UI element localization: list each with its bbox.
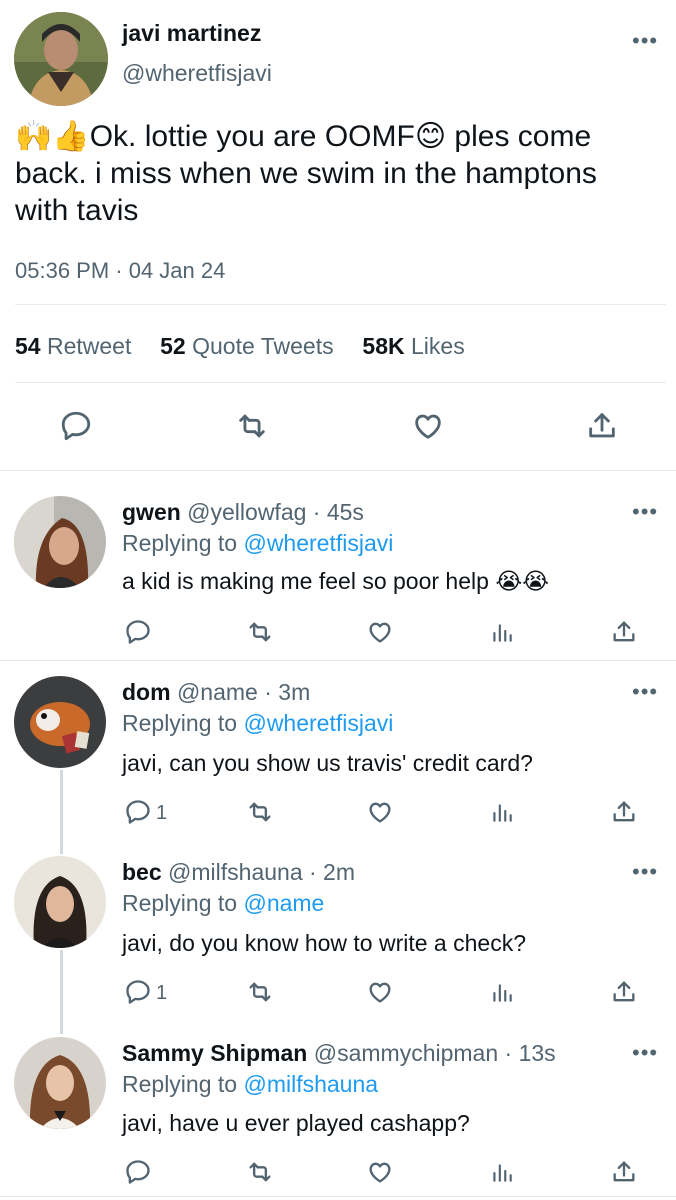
divider [0,1196,676,1197]
reply-icon[interactable] [56,406,96,446]
like-icon[interactable] [360,1152,400,1192]
reply-handle[interactable]: @name [177,679,258,705]
like-icon[interactable] [360,972,400,1012]
replying-to: Replying to @name [122,890,325,916]
more-options-icon[interactable]: ••• [632,1042,658,1064]
share-icon[interactable] [604,612,644,652]
reply-icon[interactable] [118,612,158,652]
quote-tweets-count[interactable]: 52 Quote Tweets [160,333,333,359]
like-icon[interactable] [360,792,400,832]
replying-to-link[interactable]: @wheretfisjavi [243,710,393,736]
reply-header: bec @milfshauna · 2m [122,857,355,887]
more-options-icon[interactable]: ••• [632,681,658,703]
raised-hands-thumbs-up-emoji: 🙌👍 [15,120,90,153]
replying-to-link[interactable]: @milfshauna [243,1071,378,1097]
reply-text: a kid is making me feel so poor help 😭😭 [122,568,550,594]
reply-display-name[interactable]: bec [122,859,162,885]
reply-display-name[interactable]: Sammy Shipman [122,1040,307,1066]
retweet-count[interactable]: 54 Retweet [15,333,131,359]
reply-time[interactable]: · 3m [264,679,310,705]
replying-to-link[interactable]: @name [243,890,324,916]
more-options-icon[interactable]: ••• [632,30,658,52]
replying-to: Replying to @milfshauna [122,1071,379,1097]
reply-handle[interactable]: @yellowfag [187,499,306,525]
reply-count: 1 [156,802,168,824]
smiling-face-emoji: 😊 [414,120,447,153]
reply-time[interactable]: · 45s [313,499,364,525]
avatar-bec[interactable] [14,856,106,948]
share-icon[interactable] [604,792,644,832]
main-tweet-text: 🙌👍Ok. lottie you are OOMF😊 ples come bac… [15,120,597,227]
avatar-javi[interactable] [14,12,108,106]
replying-to: Replying to @wheretfisjavi [122,530,394,556]
replying-to-link[interactable]: @wheretfisjavi [243,530,393,556]
reply-handle[interactable]: @milfshauna [168,859,303,885]
reply-text: javi, can you show us travis' credit car… [122,750,533,776]
reply-icon[interactable] [118,972,158,1012]
retweet-icon[interactable] [240,1152,280,1192]
more-options-icon[interactable]: ••• [632,501,658,523]
main-timestamp[interactable]: 05:36 PM · 04 Jan 24 [15,258,225,284]
reply-time[interactable]: · 2m [309,859,355,885]
reply-handle[interactable]: @sammychipman [314,1040,498,1066]
reply-text: javi, do you know how to write a check? [122,930,526,956]
like-icon[interactable] [360,612,400,652]
more-options-icon[interactable]: ••• [632,861,658,883]
divider [15,304,666,305]
views-icon[interactable] [482,792,522,832]
reply-count: 1 [156,982,168,1004]
crying-face-emoji: 😭😭 [495,568,550,594]
reply-time[interactable]: · 13s [505,1040,556,1066]
like-icon[interactable] [408,406,448,446]
avatar-gwen[interactable] [14,496,106,588]
reply-header: Sammy Shipman @sammychipman · 13s [122,1038,556,1068]
reply-text: javi, have u ever played cashapp? [122,1110,470,1136]
tweet-stats: 54 Retweet 52 Quote Tweets 58K Likes [15,333,465,360]
share-icon[interactable] [604,1152,644,1192]
reply-icon[interactable] [118,792,158,832]
views-icon[interactable] [482,972,522,1012]
divider [15,382,666,383]
share-icon[interactable] [582,406,622,446]
retweet-icon[interactable] [232,406,272,446]
thread-connector [60,950,63,1034]
avatar-sammy[interactable] [14,1037,106,1129]
main-display-name[interactable]: javi martinez [122,20,261,47]
likes-count[interactable]: 58K Likes [362,333,464,359]
thread-connector [60,770,63,854]
reply-header: dom @name · 3m [122,677,310,707]
reply-display-name[interactable]: dom [122,679,171,705]
retweet-icon[interactable] [240,612,280,652]
avatar-dom[interactable] [14,676,106,768]
main-handle[interactable]: @wheretfisjavi [122,60,272,87]
divider [0,470,676,471]
reply-display-name[interactable]: gwen [122,499,181,525]
retweet-icon[interactable] [240,972,280,1012]
divider [0,660,676,661]
views-icon[interactable] [482,612,522,652]
views-icon[interactable] [482,1152,522,1192]
replying-to: Replying to @wheretfisjavi [122,710,394,736]
reply-header: gwen @yellowfag · 45s [122,497,364,527]
share-icon[interactable] [604,972,644,1012]
reply-icon[interactable] [118,1152,158,1192]
retweet-icon[interactable] [240,792,280,832]
